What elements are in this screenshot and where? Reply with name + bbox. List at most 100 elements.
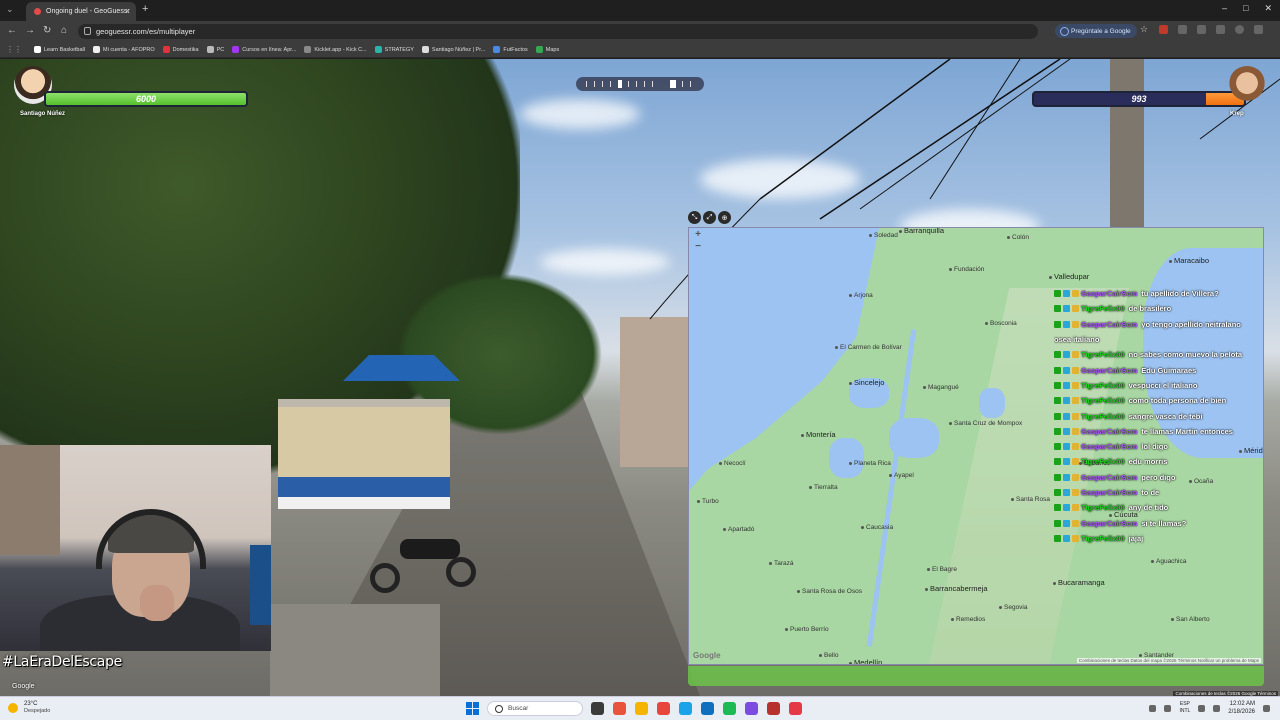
cloud: [700, 159, 860, 199]
chat-username: TigreFelix00: [1081, 380, 1125, 390]
windows-taskbar: 23°C Despejado Buscar ESP INTL 12:02 AM …: [0, 696, 1280, 720]
chevron-up-icon[interactable]: [1149, 704, 1157, 712]
zoom-in-button[interactable]: +: [693, 230, 703, 240]
taskbar-app-icon[interactable]: [591, 702, 604, 715]
home-button[interactable]: ⌂: [61, 25, 67, 36]
player2-name: Krep: [1230, 111, 1244, 117]
chat-username: GasparCairScm: [1081, 518, 1138, 528]
chat-text: yo tengo apellido neitralano: [1141, 319, 1241, 329]
bookmark-label: Mi cuenta - AFOPRO: [102, 46, 155, 53]
chat-text: pero digo: [1141, 472, 1176, 482]
bookmark-favicon-icon: [34, 46, 41, 53]
chat-badge-icon: [1063, 305, 1070, 313]
chat-text: si te llamas?: [1141, 518, 1187, 528]
ask-google-button[interactable]: Pregúntale a Google: [1055, 24, 1137, 38]
bookmark-item[interactable]: Cursos en línea: Apr...: [232, 46, 296, 53]
chat-badge-icon: [1063, 366, 1070, 374]
chat-badge-icon: [1054, 366, 1061, 374]
taskbar-app-icon[interactable]: [723, 702, 736, 715]
site-info-icon[interactable]: [84, 27, 91, 35]
player1-name: Santiago Núñez: [20, 111, 66, 117]
menu-kebab-icon[interactable]: [1254, 25, 1263, 34]
map-city-label: Tierralta: [809, 484, 838, 491]
extension-icon[interactable]: [1178, 25, 1187, 34]
chat-username: GasparCairScm: [1081, 319, 1138, 329]
back-button[interactable]: ←: [7, 25, 17, 36]
taskbar-app-icon[interactable]: [613, 702, 626, 715]
chat-message: GasparCairScm to de: [1054, 485, 1266, 500]
chat-badge-icon: [1072, 504, 1079, 512]
bookmark-item[interactable]: FutFactos: [493, 46, 528, 53]
map-footer[interactable]: Combinaciones de teclas Datos del mapa ©…: [1076, 658, 1261, 663]
weather-widget[interactable]: 23°C Despejado: [8, 700, 50, 715]
bookmark-item[interactable]: PC: [206, 46, 224, 53]
bookmark-star-icon[interactable]: ☆: [1140, 25, 1149, 34]
chat-message: TigreFelix00 vespucci el italiano: [1054, 378, 1266, 393]
wifi-icon[interactable]: [1198, 704, 1206, 712]
taskbar-search[interactable]: Buscar: [487, 701, 583, 716]
notification-bell-icon[interactable]: [1263, 704, 1270, 712]
bookmark-item[interactable]: Kicklet.app - Kick C...: [304, 46, 367, 53]
chat-username: GasparCairScm: [1081, 442, 1138, 452]
tab-close-icon[interactable]: ×: [125, 6, 130, 16]
shrink-map-icon[interactable]: ⤡: [688, 211, 701, 224]
player2-avatar: [1228, 66, 1266, 104]
bookmark-item[interactable]: Maps: [535, 46, 559, 53]
expand-map-icon[interactable]: ⤢: [703, 211, 716, 224]
zoom-out-button[interactable]: −: [693, 242, 703, 252]
sun-icon: [8, 702, 18, 713]
chat-badge-icon: [1063, 473, 1070, 481]
chat-badge-icon: [1072, 427, 1079, 435]
chat-message: TigreFelix00 jajaj: [1054, 531, 1266, 546]
taskbar-app-icon[interactable]: [635, 702, 648, 715]
taskbar-app-icon[interactable]: [745, 702, 758, 715]
close-window-button[interactable]: ✕: [1264, 3, 1272, 14]
apps-grid-icon[interactable]: ⋮⋮: [6, 45, 22, 54]
chat-text: jajaj: [1128, 533, 1144, 543]
bookmark-item[interactable]: STRATEGY: [374, 46, 414, 53]
building: [620, 317, 688, 467]
bookmark-item[interactable]: Santiago Núñez | Pr...: [421, 46, 485, 53]
taskbar-app-icon[interactable]: [701, 702, 714, 715]
profile-avatar-icon[interactable]: [1235, 25, 1244, 34]
taskbar-app-icon[interactable]: [679, 702, 692, 715]
bookmark-item[interactable]: Mi cuenta - AFOPRO: [92, 46, 155, 53]
speaker-icon[interactable]: [1213, 704, 1221, 712]
bookmark-item[interactable]: Domestika: [162, 46, 199, 53]
bookmark-favicon-icon: [206, 46, 214, 53]
address-bar[interactable]: geoguessr.com/es/multiplayer: [78, 24, 1038, 39]
puzzle-extensions-icon[interactable]: [1216, 25, 1225, 34]
extension-icon[interactable]: [1159, 25, 1168, 34]
chat-badge-icon: [1063, 412, 1070, 420]
chat-message: TigreFelix00 de brasilero: [1054, 301, 1266, 316]
taskbar-clock[interactable]: 12:02 AM 2/18/2026: [1228, 700, 1255, 716]
bookmark-item[interactable]: Learn Basketball: [34, 46, 85, 53]
taskbar-app-icon[interactable]: [789, 702, 802, 715]
taskbar-apps: Buscar: [466, 701, 802, 716]
map-city-label: Barranquilla: [899, 228, 944, 235]
start-button[interactable]: [466, 702, 479, 715]
taskbar-app-icon[interactable]: [657, 702, 670, 715]
geoguessr-game-viewport[interactable]: 6000 Santiago Núñez 993 Krep ⤡ ⤢ ⊕ + − S…: [0, 59, 1280, 696]
mic-icon[interactable]: [1164, 704, 1172, 712]
language-indicator[interactable]: ESP INTL: [1179, 701, 1190, 715]
map-city-label: Segovia: [999, 604, 1028, 611]
minimize-button[interactable]: –: [1222, 3, 1227, 14]
maximize-button[interactable]: □: [1243, 3, 1248, 14]
tab-title: Ongoing duel - GeoGuessr: [46, 8, 130, 15]
forward-button[interactable]: →: [25, 25, 35, 36]
new-tab-button[interactable]: +: [142, 3, 148, 15]
player1-health-value: 6000: [135, 94, 157, 104]
bookmark-label: Cursos en línea: Apr...: [242, 46, 297, 53]
chat-badge-icon: [1072, 320, 1079, 328]
reload-button[interactable]: ↻: [43, 25, 51, 36]
bookmark-label: STRATEGY: [384, 46, 414, 53]
tab-active[interactable]: Ongoing duel - GeoGuessr ×: [26, 2, 136, 21]
pin-map-icon[interactable]: ⊕: [718, 211, 731, 224]
guess-button[interactable]: [688, 666, 1264, 686]
tab-search-chevron-icon[interactable]: ⌄: [6, 4, 14, 15]
chat-badge-icon: [1054, 290, 1061, 298]
map-city-label: Valledupar: [1049, 272, 1089, 281]
extension-icon[interactable]: [1197, 25, 1206, 34]
taskbar-app-icon[interactable]: [767, 702, 780, 715]
